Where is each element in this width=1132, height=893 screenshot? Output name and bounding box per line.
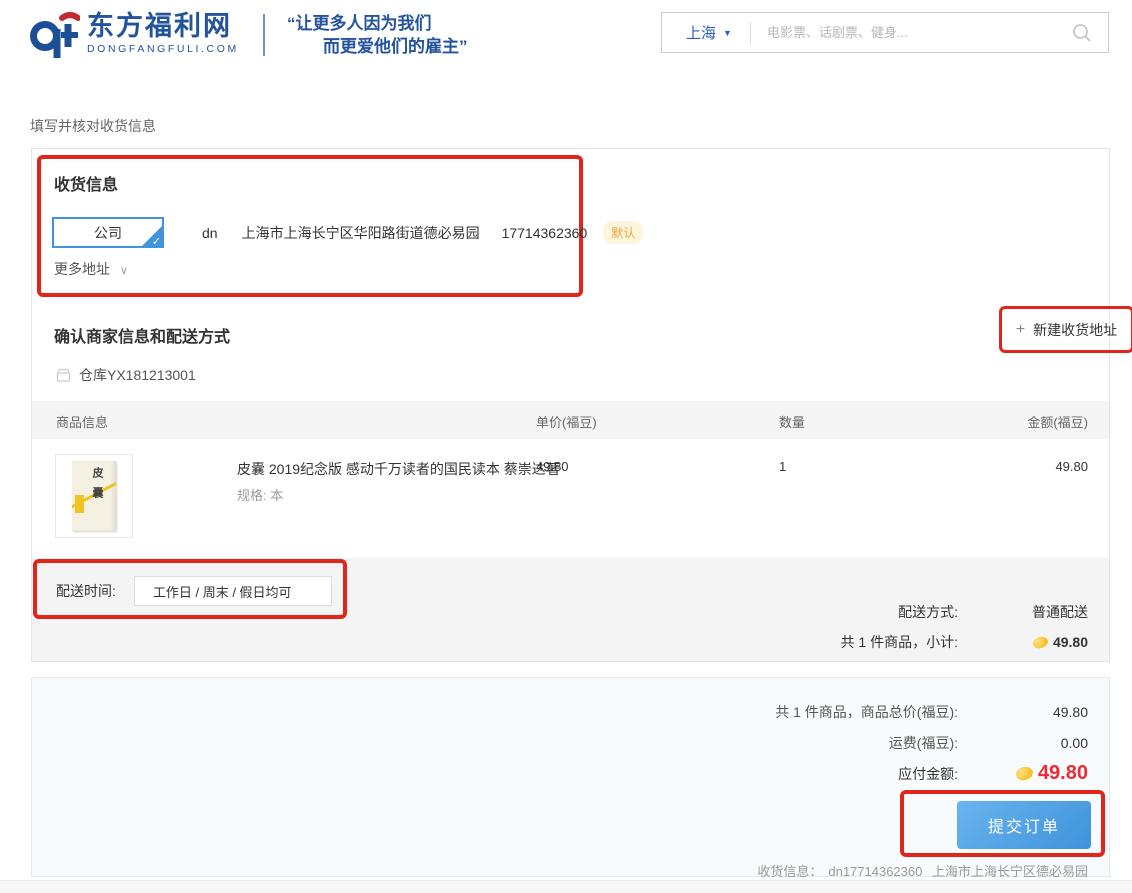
footer-receiver-address: 上海市上海长宁区德必易园 [932,864,1088,879]
cover-label [75,495,84,513]
col-unit-price: 单价(福豆) [536,412,597,431]
items-table-header: 商品信息 单价(福豆) 数量 金额(福豆) [32,401,1109,439]
chevron-down-icon: ▼ [723,28,732,38]
search-input[interactable] [751,25,1056,40]
order-card: 收货信息 公司 ✓ dn 上海市上海长宁区华阳路街道德必易园 177143623… [31,148,1110,662]
city-selector[interactable]: 上海 ▼ [662,22,750,43]
plus-icon: + [1016,321,1025,339]
receiver-name: dn [202,225,218,241]
delivery-method-row: 配送方式: 普通配送 [898,602,1088,622]
logo-qf-icon [28,11,80,59]
site-header: 东方福利网 DONGFANGFULI.COM “让更多人因为我们 而更爱他们的雇… [0,0,1132,90]
product-quantity: 1 [779,459,786,474]
logo-name: 东方福利网 [87,11,239,41]
product-image[interactable]: 皮囊 [55,454,133,538]
total-label: 共 1 件商品，商品总价(福豆): [775,702,958,722]
address-row: 公司 ✓ dn 上海市上海长宁区华阳路街道德必易园 17714362360 默认 [52,217,643,248]
default-badge: 默认 [603,221,643,244]
total-row: 共 1 件商品，商品总价(福豆): 49.80 [775,702,1088,722]
shipping-row: 运费(福豆): 0.00 [889,733,1088,753]
footer-divider [0,880,1132,893]
delivery-time-label: 配送时间: [56,581,116,601]
more-addresses-link[interactable]: 更多地址 ∨ [54,259,128,279]
col-product-info: 商品信息 [56,412,108,431]
check-icon: ✓ [152,235,161,248]
header-divider [263,14,265,56]
product-spec: 规格: 本 [237,485,283,504]
receiver-section-heading: 收货信息 [54,171,118,195]
table-row: 皮囊 皮囊 2019纪念版 感动千万读者的国民读本 蔡崇达著 规格: 本 49.… [32,449,1109,549]
delivery-time-select[interactable]: 工作日 / 周末 / 假日均可 [134,576,332,606]
address-tag-company[interactable]: 公司 ✓ [52,217,164,248]
payable-row: 应付金额: 49.80 [898,762,1088,785]
merchant-section-heading: 确认商家信息和配送方式 [54,323,230,347]
warehouse-name: 仓库YX181213001 [79,365,196,385]
footer-receiver-name-phone: dn17714362360 [828,864,922,879]
city-name: 上海 [686,22,716,43]
delivery-method-value: 普通配送 [958,602,1088,622]
footer-receiver-info: 收货信息： dn17714362360 上海市上海长宁区德必易园 [751,861,1088,880]
product-unit-price: 49.80 [536,459,569,474]
cover-title: 皮囊 [89,467,105,507]
subtotal-value: 49.80 [1053,634,1088,650]
delivery-time-row: 配送时间: 工作日 / 周末 / 假日均可 [56,576,332,606]
col-quantity: 数量 [779,412,805,431]
total-value: 49.80 [958,704,1088,720]
delivery-method-label: 配送方式: [898,602,958,622]
fudou-bean-icon [1031,634,1049,650]
receiver-phone: 17714362360 [502,225,588,241]
receiver-address: 上海市上海长宁区华阳路街道德必易园 [242,223,480,243]
store-icon [56,368,71,382]
search-icon[interactable] [1056,23,1108,43]
page-title: 填写并核对收货信息 [30,116,156,136]
shipping-label: 运费(福豆): [889,733,958,753]
product-amount: 49.80 [1055,459,1088,474]
chevron-down-icon: ∨ [120,265,128,277]
subtotal-row: 共 1 件商品，小计: 49.80 [841,632,1088,652]
payable-value: 49.80 [1038,762,1088,785]
slogan: “让更多人因为我们 而更爱他们的雇主” [287,12,468,58]
delivery-section: 配送时间: 工作日 / 周末 / 假日均可 配送方式: 普通配送 共 1 件商品… [32,558,1109,661]
annotation-box-new-address: + 新建收货地址 [999,306,1132,353]
logo[interactable]: 东方福利网 DONGFANGFULI.COM [28,11,239,59]
checkout-page: 东方福利网 DONGFANGFULI.COM “让更多人因为我们 而更爱他们的雇… [0,0,1132,893]
logo-domain: DONGFANGFULI.COM [87,43,239,55]
warehouse-row: 仓库YX181213001 [56,365,196,385]
order-summary-panel: 共 1 件商品，商品总价(福豆): 49.80 运费(福豆): 0.00 应付金… [31,677,1110,877]
shipping-value: 0.00 [958,735,1088,751]
subtotal-label: 共 1 件商品，小计: [841,632,958,652]
new-address-button[interactable]: + 新建收货地址 [1016,320,1117,340]
search-bar: 上海 ▼ [661,12,1109,53]
payable-label: 应付金额: [898,764,958,784]
product-title[interactable]: 皮囊 2019纪念版 感动千万读者的国民读本 蔡崇达著 [237,459,560,479]
footer-receiver-label: 收货信息： [757,864,822,879]
fudou-bean-icon [1014,764,1035,782]
col-amount: 金额(福豆) [1027,412,1088,431]
submit-order-button[interactable]: 提交订单 [957,801,1091,849]
